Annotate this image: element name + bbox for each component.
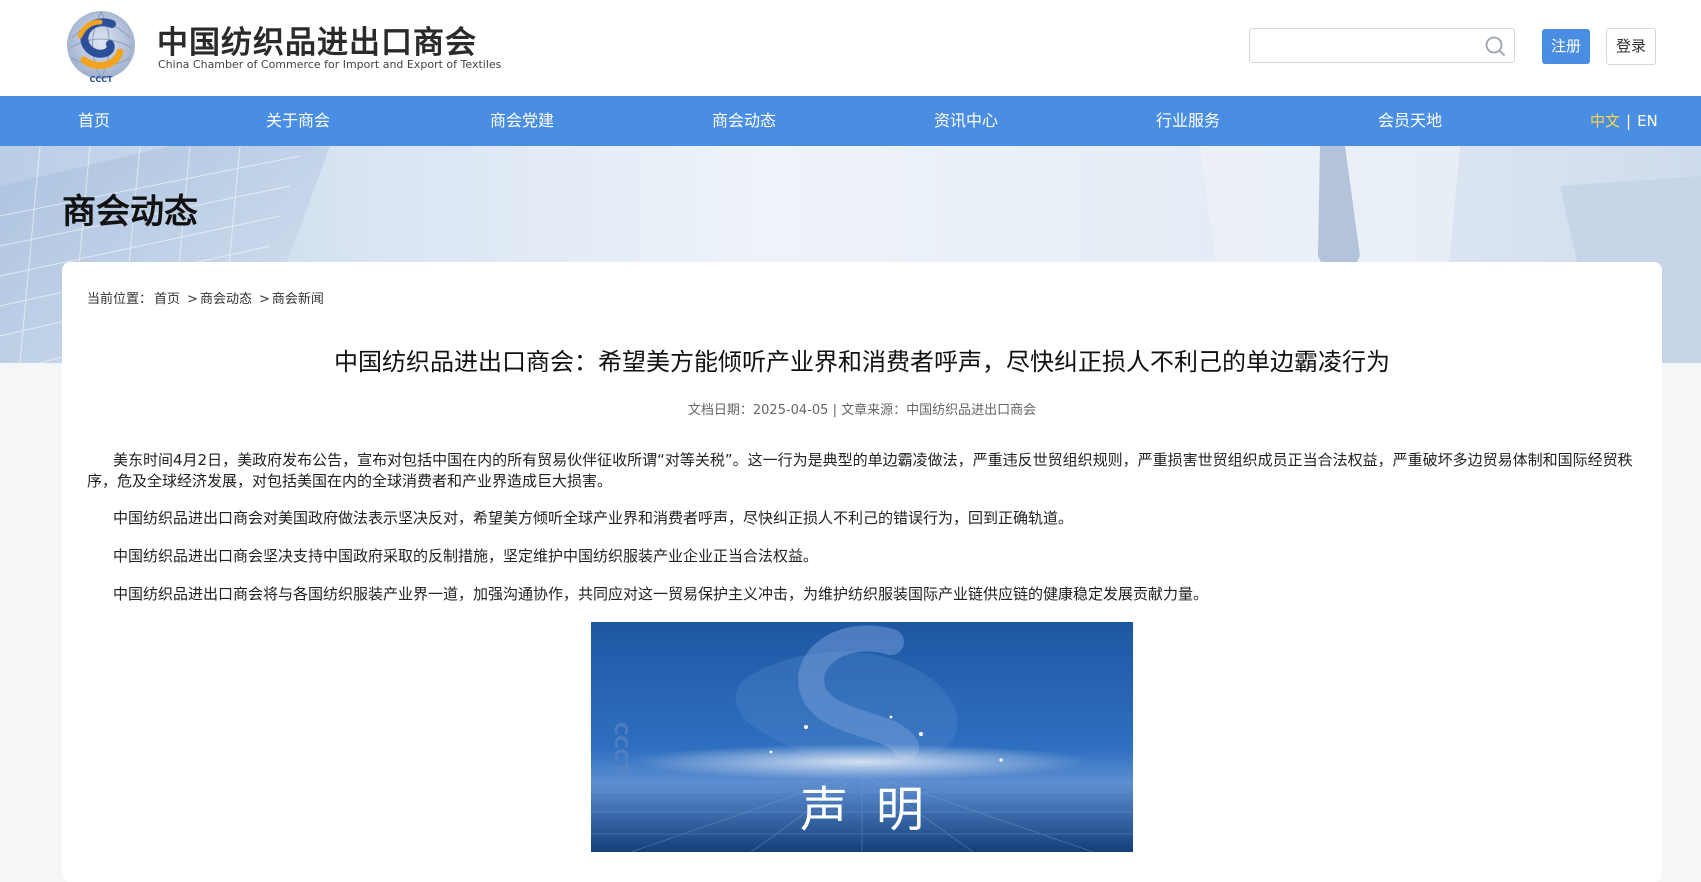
- statement-watermark: CCCT: [610, 722, 631, 775]
- main-nav: 首页 关于商会 商会党建 商会动态 资讯中心 行业服务 会员天地 中文 | EN: [0, 96, 1701, 146]
- nav-item-chamber-news[interactable]: 商会动态: [712, 96, 776, 146]
- lang-en-link[interactable]: EN: [1637, 112, 1658, 130]
- lang-separator: |: [1626, 112, 1632, 130]
- ccct-logo[interactable]: CCCT: [62, 8, 140, 86]
- register-button[interactable]: 注册: [1542, 29, 1590, 64]
- article-paragraph: 中国纺织品进出口商会对美国政府做法表示坚决反对，希望美方倾听全球产业界和消费者呼…: [113, 509, 1074, 527]
- article-card: 当前位置： 首页 > 商会动态 > 商会新闻 中国纺织品进出口商会：希望美方能倾听产业界和…: [62, 262, 1662, 882]
- login-button[interactable]: 登录: [1606, 28, 1656, 65]
- breadcrumb-link-chamber-news[interactable]: 商会动态: [200, 292, 252, 307]
- brand-title-cn: 中国纺织品进出口商会: [157, 25, 477, 61]
- article-paragraph: 中国纺织品进出口商会将与各国纺织服装产业界一道，加强沟通协作，共同应对这一贸易保…: [113, 585, 1209, 603]
- article-paragraph: 美东时间4月2日，美政府发布公告，宣布对包括中国在内的所有贸易伙伴征收所谓“对等…: [87, 451, 1633, 490]
- banner-title: 商会动态: [62, 192, 198, 232]
- search-input[interactable]: [1250, 29, 1490, 62]
- statement-image: CCCT 声明: [591, 622, 1133, 852]
- search-icon[interactable]: [1484, 35, 1506, 57]
- nav-item-members[interactable]: 会员天地: [1378, 96, 1442, 146]
- nav-item-home[interactable]: 首页: [78, 96, 110, 146]
- breadcrumb-link-news[interactable]: 商会新闻: [272, 292, 324, 307]
- search-box: [1249, 28, 1515, 63]
- svg-text:CCCT: CCCT: [89, 75, 113, 84]
- breadcrumb-prefix: 当前位置：: [87, 292, 153, 307]
- brand-title-en: China Chamber of Commerce for Import and…: [158, 58, 502, 71]
- article-paragraph: 中国纺织品进出口商会坚决支持中国政府采取的反制措施，坚定维护中国纺织服装产业企业…: [113, 547, 819, 565]
- breadcrumb: 当前位置： 首页 > 商会动态 > 商会新闻: [87, 288, 326, 307]
- breadcrumb-separator: >: [258, 292, 270, 307]
- statement-caption: 声明: [799, 782, 952, 838]
- article-title: 中国纺织品进出口商会：希望美方能倾听产业界和消费者呼声，尽快纠正损人不利己的单边…: [334, 348, 1390, 376]
- breadcrumb-link-home[interactable]: 首页: [154, 292, 180, 307]
- nav-item-party-building[interactable]: 商会党建: [490, 96, 554, 146]
- article-meta: 文档日期：2025-04-05 | 文章来源：中国纺织品进出口商会: [687, 403, 1037, 418]
- nav-item-info-center[interactable]: 资讯中心: [934, 96, 998, 146]
- site-header: CCCT 中国纺织品进出口商会 China Chamber of Commerc…: [0, 0, 1701, 96]
- lang-cn-link[interactable]: 中文: [1590, 112, 1620, 130]
- language-switcher: 中文 | EN: [1590, 96, 1658, 146]
- nav-item-industry-services[interactable]: 行业服务: [1156, 96, 1220, 146]
- nav-item-about[interactable]: 关于商会: [266, 96, 330, 146]
- breadcrumb-separator: >: [187, 292, 198, 307]
